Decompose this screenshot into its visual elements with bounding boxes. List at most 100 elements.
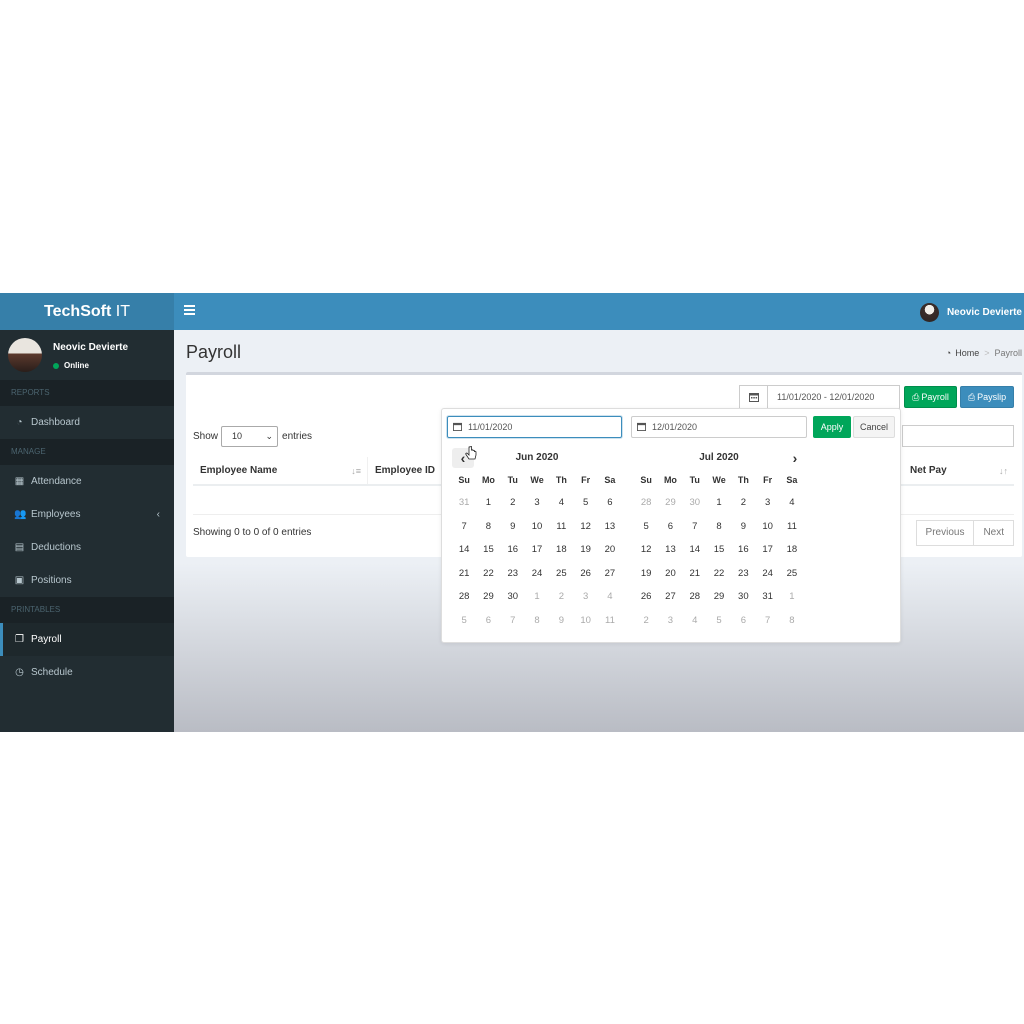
calendar-day[interactable]: 23 bbox=[501, 562, 525, 586]
calendar-day[interactable]: 16 bbox=[501, 538, 525, 562]
calendar-day[interactable]: 9 bbox=[549, 609, 573, 633]
calendar-day[interactable]: 21 bbox=[683, 562, 707, 586]
calendar-day[interactable]: 6 bbox=[476, 609, 500, 633]
calendar-day[interactable]: 16 bbox=[731, 538, 755, 562]
calendar-day[interactable]: 31 bbox=[755, 585, 779, 609]
calendar-day[interactable]: 1 bbox=[476, 491, 500, 515]
apply-button[interactable]: Apply bbox=[813, 416, 851, 438]
calendar-day[interactable]: 2 bbox=[549, 585, 573, 609]
column-employee-name[interactable]: Employee Name ↓≡ bbox=[193, 457, 368, 484]
start-date-input[interactable]: 11/01/2020 bbox=[447, 416, 622, 438]
calendar-day[interactable]: 27 bbox=[658, 585, 682, 609]
sidebar-item-attendance[interactable]: ▦ Attendance bbox=[0, 465, 174, 498]
calendar-day[interactable]: 5 bbox=[707, 609, 731, 633]
payroll-button[interactable]: ⎙ Payroll bbox=[904, 386, 957, 408]
sidebar-toggle-icon[interactable] bbox=[184, 305, 195, 317]
calendar-day[interactable]: 22 bbox=[707, 562, 731, 586]
calendar-day[interactable]: 11 bbox=[598, 609, 622, 633]
calendar-day[interactable]: 4 bbox=[598, 585, 622, 609]
calendar-day[interactable]: 7 bbox=[452, 515, 476, 539]
calendar-day[interactable]: 25 bbox=[780, 562, 804, 586]
calendar-day[interactable]: 30 bbox=[501, 585, 525, 609]
calendar-day[interactable]: 27 bbox=[598, 562, 622, 586]
next-month-icon[interactable]: › bbox=[784, 448, 806, 468]
search-input[interactable] bbox=[902, 425, 1014, 447]
calendar-day[interactable]: 2 bbox=[731, 491, 755, 515]
calendar-day[interactable]: 8 bbox=[707, 515, 731, 539]
calendar-day[interactable]: 24 bbox=[755, 562, 779, 586]
calendar-day[interactable]: 8 bbox=[476, 515, 500, 539]
calendar-day[interactable]: 15 bbox=[476, 538, 500, 562]
calendar-day[interactable]: 4 bbox=[549, 491, 573, 515]
calendar-day[interactable]: 1 bbox=[707, 491, 731, 515]
calendar-day[interactable]: 4 bbox=[780, 491, 804, 515]
calendar-day[interactable]: 1 bbox=[780, 585, 804, 609]
calendar-day[interactable]: 5 bbox=[452, 609, 476, 633]
calendar-day[interactable]: 24 bbox=[525, 562, 549, 586]
calendar-day[interactable]: 17 bbox=[755, 538, 779, 562]
calendar-day[interactable]: 4 bbox=[683, 609, 707, 633]
sidebar-item-positions[interactable]: ▣ Positions bbox=[0, 564, 174, 597]
calendar-day[interactable]: 2 bbox=[501, 491, 525, 515]
calendar-day[interactable]: 19 bbox=[634, 562, 658, 586]
calendar-day[interactable]: 18 bbox=[780, 538, 804, 562]
calendar-day[interactable]: 6 bbox=[598, 491, 622, 515]
calendar-day[interactable]: 31 bbox=[452, 491, 476, 515]
calendar-day[interactable]: 5 bbox=[634, 515, 658, 539]
calendar-day[interactable]: 26 bbox=[573, 562, 597, 586]
column-net-pay[interactable]: Net Pay ↓↑ bbox=[903, 457, 1014, 484]
calendar-day[interactable]: 9 bbox=[731, 515, 755, 539]
cancel-button[interactable]: Cancel bbox=[853, 416, 895, 438]
calendar-day[interactable]: 9 bbox=[501, 515, 525, 539]
calendar-day[interactable]: 29 bbox=[707, 585, 731, 609]
sidebar-item-dashboard[interactable]: ◔ Dashboard bbox=[0, 406, 174, 439]
calendar-day[interactable]: 7 bbox=[501, 609, 525, 633]
navbar-user-menu[interactable]: Neovic Devierte bbox=[919, 302, 1022, 322]
sidebar-item-schedule[interactable]: ◷ Schedule bbox=[0, 656, 174, 689]
sidebar-item-deductions[interactable]: ▤ Deductions bbox=[0, 531, 174, 564]
calendar-day[interactable]: 2 bbox=[634, 609, 658, 633]
breadcrumb-home[interactable]: Home bbox=[955, 348, 979, 358]
calendar-day[interactable]: 23 bbox=[731, 562, 755, 586]
calendar-day[interactable]: 19 bbox=[573, 538, 597, 562]
calendar-day[interactable]: 14 bbox=[452, 538, 476, 562]
calendar-day[interactable]: 20 bbox=[598, 538, 622, 562]
calendar-day[interactable]: 30 bbox=[731, 585, 755, 609]
calendar-day[interactable]: 10 bbox=[755, 515, 779, 539]
calendar-day[interactable]: 12 bbox=[634, 538, 658, 562]
calendar-day[interactable]: 25 bbox=[549, 562, 573, 586]
date-range-field[interactable]: 11/01/2020 - 12/01/2020 bbox=[739, 385, 900, 409]
calendar-day[interactable]: 22 bbox=[476, 562, 500, 586]
calendar-day[interactable]: 6 bbox=[658, 515, 682, 539]
calendar-day[interactable]: 3 bbox=[755, 491, 779, 515]
calendar-day[interactable]: 26 bbox=[634, 585, 658, 609]
end-date-input[interactable]: 12/01/2020 bbox=[631, 416, 807, 438]
calendar-day[interactable]: 7 bbox=[683, 515, 707, 539]
calendar-day[interactable]: 3 bbox=[658, 609, 682, 633]
calendar-day[interactable]: 28 bbox=[452, 585, 476, 609]
calendar-day[interactable]: 11 bbox=[780, 515, 804, 539]
previous-button[interactable]: Previous bbox=[915, 520, 975, 546]
next-button[interactable]: Next bbox=[974, 520, 1014, 546]
calendar-day[interactable]: 8 bbox=[780, 609, 804, 633]
calendar-day[interactable]: 11 bbox=[549, 515, 573, 539]
calendar-day[interactable]: 13 bbox=[658, 538, 682, 562]
calendar-day[interactable]: 10 bbox=[525, 515, 549, 539]
calendar-day[interactable]: 15 bbox=[707, 538, 731, 562]
calendar-day[interactable]: 21 bbox=[452, 562, 476, 586]
payslip-button[interactable]: ⎙ Payslip bbox=[960, 386, 1014, 408]
calendar-day[interactable]: 29 bbox=[658, 491, 682, 515]
calendar-day[interactable]: 28 bbox=[683, 585, 707, 609]
calendar-day[interactable]: 3 bbox=[525, 491, 549, 515]
calendar-day[interactable]: 10 bbox=[573, 609, 597, 633]
calendar-day[interactable]: 6 bbox=[731, 609, 755, 633]
sidebar-item-employees[interactable]: 👥 Employees ‹ bbox=[0, 498, 174, 531]
calendar-day[interactable]: 13 bbox=[598, 515, 622, 539]
calendar-day[interactable]: 14 bbox=[683, 538, 707, 562]
calendar-day[interactable]: 12 bbox=[573, 515, 597, 539]
calendar-day[interactable]: 20 bbox=[658, 562, 682, 586]
calendar-day[interactable]: 7 bbox=[755, 609, 779, 633]
calendar-day[interactable]: 1 bbox=[525, 585, 549, 609]
calendar-day[interactable]: 18 bbox=[549, 538, 573, 562]
calendar-day[interactable]: 3 bbox=[573, 585, 597, 609]
